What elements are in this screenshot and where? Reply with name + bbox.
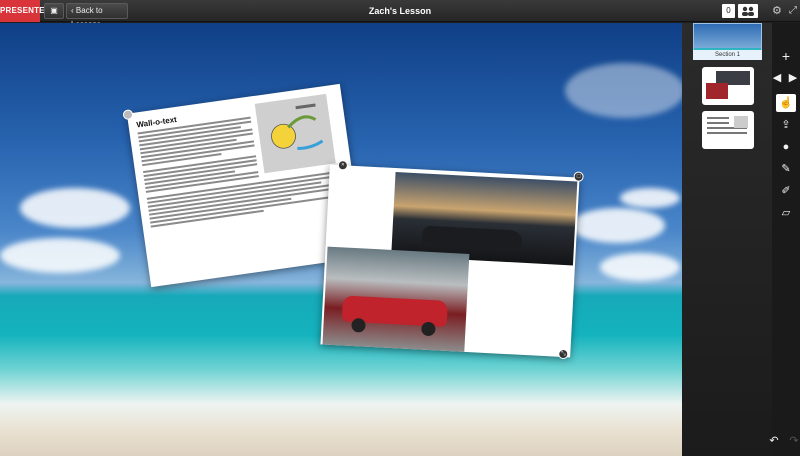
cloud — [20, 188, 130, 228]
lesson-title: Zach's Lesson — [368, 6, 432, 16]
presentation-canvas[interactable]: Wall-o-text × □ ⤡ — [0, 23, 682, 456]
slide-thumbnail-2[interactable] — [702, 111, 754, 149]
right-sidebar: Section 1 + ◀ ▶ ☝ ⇪ ● ✎ ✐ ▱ ↶ ↷ — [682, 23, 800, 456]
chevron-left-icon: ‹ — [71, 6, 74, 15]
folder-button[interactable]: ▣ — [44, 3, 64, 19]
presenter-badge[interactable]: PRESENTER — [0, 0, 51, 22]
cloud — [570, 208, 665, 243]
eraser-icon[interactable]: ▱ — [776, 204, 796, 222]
slide-thumbnails: Section 1 — [682, 23, 772, 456]
highlighter-icon[interactable]: ✐ — [776, 182, 796, 200]
folder-icon: ▣ — [50, 6, 58, 15]
top-toolbar: PRESENTER ▣ ‹ Back to Lessons Zach's Les… — [0, 0, 800, 29]
photo-collage-card[interactable]: × □ ⤡ — [320, 160, 584, 360]
share-icon[interactable]: ⇪ — [776, 116, 796, 134]
slide-thumbnail-1[interactable] — [702, 67, 754, 105]
cloud — [565, 63, 682, 118]
cloud — [600, 253, 680, 281]
card-resize-handle[interactable] — [122, 109, 134, 121]
car-photo-red — [322, 246, 470, 352]
section-label: Section 1 — [693, 50, 762, 60]
plus-icon[interactable]: + — [776, 47, 796, 65]
redo-icon[interactable]: ↷ — [784, 432, 800, 450]
resize-icon[interactable]: ⤡ — [558, 348, 569, 360]
close-icon[interactable]: × — [337, 160, 349, 171]
back-to-lessons-button[interactable]: ‹ Back to Lessons — [66, 3, 128, 29]
paragraph-text — [137, 116, 259, 193]
people-icon — [742, 6, 754, 16]
gear-icon[interactable]: ⚙ — [772, 4, 782, 18]
participant-count: 0 — [722, 4, 735, 18]
expand-icon[interactable]: □ — [573, 171, 584, 182]
tool-column: + ◀ ▶ ☝ ⇪ ● ✎ ✐ ▱ ↶ ↷ — [769, 23, 800, 456]
hand-pointer-icon[interactable]: ☝ — [776, 94, 796, 112]
fullscreen-icon[interactable]: ⤢ — [789, 4, 797, 18]
undo-icon[interactable]: ↶ — [764, 432, 784, 450]
comment-icon[interactable]: ● — [776, 138, 796, 156]
pen-icon[interactable]: ✎ — [776, 160, 796, 178]
people-button[interactable] — [738, 4, 758, 18]
cloud — [0, 238, 120, 273]
triangle-right-icon[interactable]: ▶ — [786, 69, 800, 87]
cloud — [620, 188, 680, 208]
water-cycle-illustration — [254, 93, 336, 174]
triangle-left-icon[interactable]: ◀ — [770, 69, 784, 87]
